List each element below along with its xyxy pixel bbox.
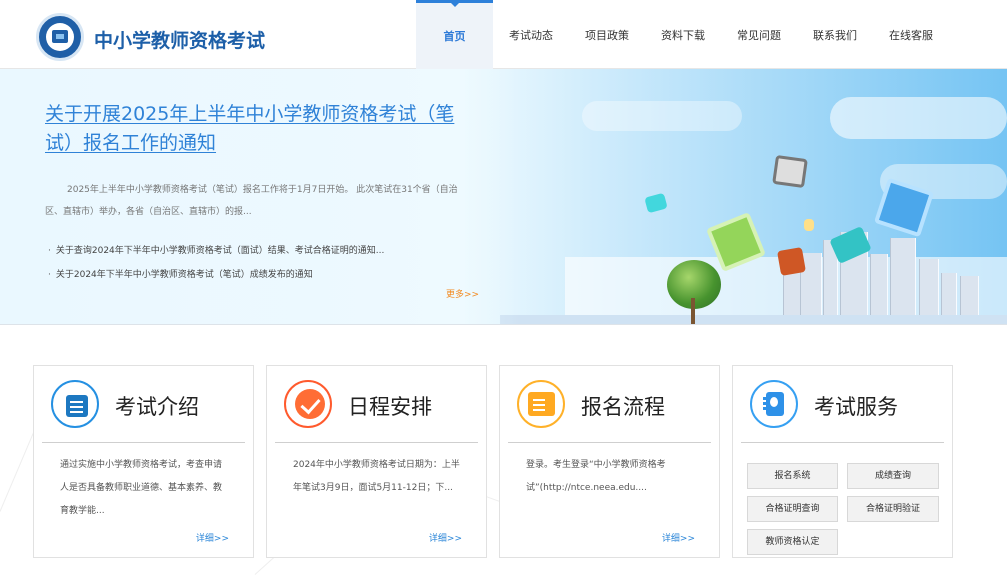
cube-icon <box>777 247 806 276</box>
nav-home[interactable]: 首页 <box>416 0 493 69</box>
document-icon <box>51 380 99 428</box>
form-icon-shape <box>528 392 555 416</box>
card-header: 考试服务 <box>741 366 944 443</box>
schedule-card[interactable]: 日程安排 2024年中小学教师资格考试日期为：上半年笔试3月9日，面试5月11-… <box>266 365 487 558</box>
card-header: 报名流程 <box>508 366 711 443</box>
card-title[interactable]: 考试服务 <box>814 391 898 421</box>
card-title[interactable]: 考试介绍 <box>115 391 199 421</box>
cloud <box>582 101 742 131</box>
building <box>870 254 888 324</box>
registration-process-card[interactable]: 报名流程 登录。考生登录“中小学教师资格考试”(http://ntce.neea… <box>499 365 720 558</box>
news-item[interactable]: 关于2024年下半年中小学教师资格考试（笔试）成绩发布的通知 <box>48 270 313 280</box>
nav-downloads[interactable]: 资料下载 <box>645 0 721 69</box>
card-description: 通过实施中小学教师资格考试，考查申请人是否具备教师职业道德、基本素养、教育教学能… <box>60 460 223 516</box>
card-description: 2024年中小学教师资格考试日期为：上半年笔试3月9日，面试5月11-12日；下… <box>293 460 460 493</box>
news-summary: 2025年上半年中小学教师资格考试（笔试）报名工作将于1月7日开始。 此次笔试在… <box>45 185 458 217</box>
headline-link[interactable]: 关于开展2025年上半年中小学教师资格考试（笔试）报名工作的通知 <box>45 100 475 158</box>
detail-link[interactable]: 详细>> <box>196 531 229 544</box>
nav-contact[interactable]: 联系我们 <box>797 0 873 69</box>
nav-faq[interactable]: 常见问题 <box>721 0 797 69</box>
nav-exam-news[interactable]: 考试动态 <box>493 0 569 69</box>
form-icon <box>517 380 565 428</box>
certificate-query-button[interactable]: 合格证明查询 <box>747 496 838 522</box>
nav-online-service[interactable]: 在线客服 <box>873 0 949 69</box>
card-header: 日程安排 <box>275 366 478 443</box>
teacher-qualification-button[interactable]: 教师资格认定 <box>747 529 838 555</box>
detail-link[interactable]: 详细>> <box>429 531 462 544</box>
exam-services-card: 考试服务 报名系统 成绩查询 合格证明查询 合格证明验证 教师资格认定 <box>732 365 953 558</box>
hero-banner: 关于开展2025年上半年中小学教师资格考试（笔试）报名工作的通知 2025年上半… <box>0 69 1007 325</box>
tree-trunk <box>691 298 695 324</box>
site-title[interactable]: 中小学教师资格考试 <box>94 26 265 53</box>
checkmark-icon-shape <box>295 389 325 419</box>
exam-introduction-card[interactable]: 考试介绍 通过实施中小学教师资格考试，考查申请人是否具备教师职业道德、基本素养、… <box>33 365 254 558</box>
checkmark-icon <box>284 380 332 428</box>
registration-system-button[interactable]: 报名系统 <box>747 463 838 489</box>
card-description: 登录。考生登录“中小学教师资格考试”(http://ntce.neea.edu.… <box>526 460 666 493</box>
ground <box>500 315 1007 324</box>
cube-icon <box>772 154 808 189</box>
news-item[interactable]: 关于查询2024年下半年中小学教师资格考试（面试）结果、考试合格证明的通知... <box>48 246 384 256</box>
emblem-center <box>46 23 74 51</box>
nav-project-policy[interactable]: 项目政策 <box>569 0 645 69</box>
building <box>890 238 916 324</box>
card-title[interactable]: 报名流程 <box>581 391 665 421</box>
main-navigation: 首页 考试动态 项目政策 资料下载 常见问题 联系我们 在线客服 <box>416 0 949 69</box>
news-list: 关于查询2024年下半年中小学教师资格考试（面试）结果、考试合格证明的通知...… <box>48 238 478 286</box>
detail-link[interactable]: 详细>> <box>662 531 695 544</box>
contact-book-icon <box>750 380 798 428</box>
contact-book-icon-shape <box>763 392 784 416</box>
document-icon-shape <box>66 395 88 417</box>
more-link[interactable]: 更多>> <box>446 287 479 300</box>
cloud <box>830 97 1007 139</box>
site-header: 中小学教师资格考试 首页 考试动态 项目政策 资料下载 常见问题 联系我们 在线… <box>0 0 1007 69</box>
cube-icon <box>644 192 668 214</box>
score-query-button[interactable]: 成绩查询 <box>847 463 939 489</box>
cube-icon <box>804 219 814 231</box>
school-emblem-icon[interactable] <box>36 13 84 61</box>
card-title[interactable]: 日程安排 <box>348 391 432 421</box>
card-header: 考试介绍 <box>42 366 245 443</box>
certificate-verification-button[interactable]: 合格证明验证 <box>847 496 939 522</box>
